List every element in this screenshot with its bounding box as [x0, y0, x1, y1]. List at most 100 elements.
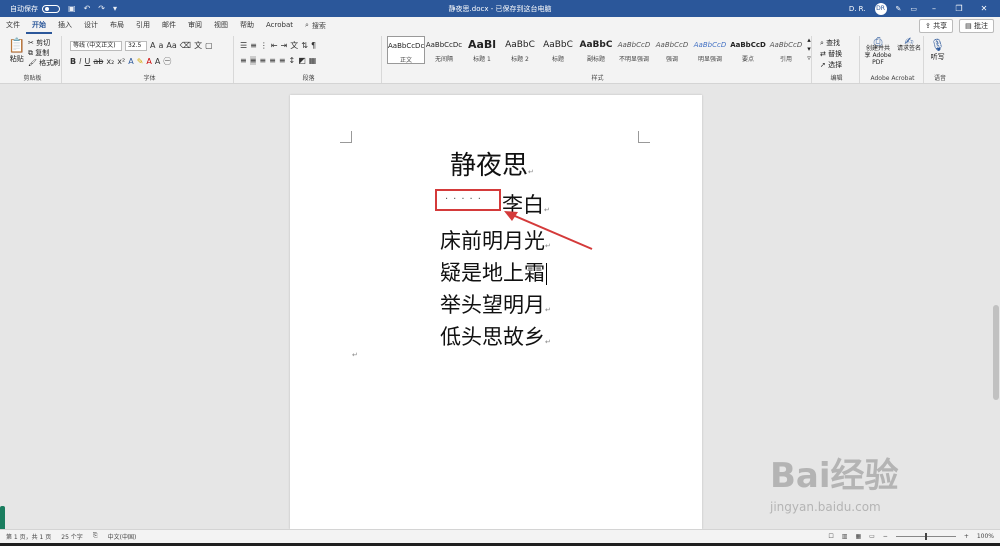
- style-subtitle[interactable]: AaBbC 副标题: [577, 36, 615, 64]
- tab-references[interactable]: 引用: [130, 17, 156, 34]
- zoom-slider[interactable]: [895, 533, 956, 540]
- format-painter-button[interactable]: 🖌 格式刷: [28, 58, 60, 68]
- align-left-icon[interactable]: ≡: [240, 56, 247, 65]
- poem-line-2[interactable]: 疑是地上霜: [440, 257, 547, 287]
- char-border-icon[interactable]: ▢: [205, 41, 213, 50]
- tab-view[interactable]: 视图: [208, 17, 234, 34]
- zoom-level[interactable]: 100%: [977, 533, 994, 540]
- ribbon-display-icon[interactable]: ▭: [910, 5, 917, 13]
- tab-insert[interactable]: 插入: [52, 17, 78, 34]
- chevron-down-icon[interactable]: ▾: [807, 45, 811, 53]
- tab-acrobat[interactable]: Acrobat: [260, 17, 299, 34]
- shrink-font-icon[interactable]: a: [158, 41, 163, 50]
- focus-icon[interactable]: ☐: [828, 533, 833, 540]
- numbering-icon[interactable]: ≡: [250, 41, 257, 50]
- decrease-indent-icon[interactable]: ⇤: [271, 41, 278, 50]
- tab-file[interactable]: 文件: [0, 17, 26, 34]
- subscript-icon[interactable]: x₂: [106, 57, 114, 66]
- copy-button[interactable]: ⧉ 复制: [28, 48, 60, 58]
- style-heading-2[interactable]: AaBbC 标题 2: [501, 36, 539, 64]
- web-layout-icon[interactable]: ▭: [869, 533, 875, 540]
- tab-mailings[interactable]: 邮件: [156, 17, 182, 34]
- pen-icon[interactable]: ✎: [896, 5, 902, 13]
- font-size-select[interactable]: 32.5: [125, 40, 147, 51]
- styles-scroll[interactable]: ▴ ▾ ▿: [805, 36, 813, 64]
- zoom-slider-thumb[interactable]: [924, 533, 927, 540]
- bullets-icon[interactable]: ☰: [240, 41, 247, 50]
- poem-line-1[interactable]: 床前明月光↵: [440, 225, 551, 255]
- dictate-button[interactable]: 🎙 听写: [930, 38, 945, 62]
- highlight-icon[interactable]: ✎: [137, 57, 144, 66]
- document-page[interactable]: 静夜思↵ ····· 李白↵ 床前明月光↵ 疑是地上霜 举头望明月↵ 低头思故乡…: [290, 95, 702, 529]
- poem-line-4[interactable]: 低头思故乡↵: [440, 321, 551, 351]
- justify-icon[interactable]: ≡: [269, 56, 276, 65]
- style-quote[interactable]: AaBbCcD 引用: [767, 36, 805, 64]
- distributed-icon[interactable]: ≡: [279, 56, 286, 65]
- tab-home[interactable]: 开始: [26, 17, 52, 34]
- avatar[interactable]: DR: [874, 2, 887, 15]
- enclose-char-icon[interactable]: ㊀: [163, 56, 171, 67]
- font-name-select[interactable]: 等线 (中文正文): [70, 40, 122, 51]
- proofing-icon[interactable]: ⎘: [93, 532, 98, 541]
- undo-icon[interactable]: ↶: [84, 4, 91, 13]
- minimize-button[interactable]: –: [926, 4, 942, 13]
- poem-title[interactable]: 静夜思↵: [450, 145, 534, 182]
- align-center-icon[interactable]: ≡: [249, 56, 257, 65]
- style-emphasis[interactable]: AaBbCcD 强调: [653, 36, 691, 64]
- vertical-scrollbar[interactable]: [992, 85, 1000, 529]
- style-no-spacing[interactable]: AaBbCcDc 无间隔: [425, 36, 463, 64]
- zoom-out-icon[interactable]: −: [883, 533, 888, 540]
- chevron-up-icon[interactable]: ▴: [807, 36, 811, 44]
- zoom-in-icon[interactable]: +: [964, 533, 969, 540]
- create-pdf-button[interactable]: ⎙ 创建并共享 Adobe PDF: [864, 36, 892, 66]
- style-strong[interactable]: AaBbCcD 要点: [729, 36, 767, 64]
- share-button[interactable]: ⇪ 共享: [919, 18, 954, 33]
- select-button[interactable]: ➚ 选择: [820, 60, 842, 71]
- close-button[interactable]: ✕: [976, 4, 992, 13]
- print-layout-icon[interactable]: ▦: [855, 533, 861, 540]
- change-case-icon[interactable]: Aa: [166, 41, 176, 50]
- autosave-toggle[interactable]: 自动保存: [10, 4, 60, 14]
- search-box[interactable]: ⌕ 搜索: [305, 21, 326, 31]
- more-icon[interactable]: ▿: [807, 54, 811, 62]
- page-count[interactable]: 第 1 页，共 1 页: [6, 532, 51, 541]
- request-sign-button[interactable]: ✍ 请求签名: [896, 36, 922, 52]
- italic-icon[interactable]: I: [79, 57, 81, 66]
- shading-icon[interactable]: ◩: [298, 56, 306, 65]
- bold-icon[interactable]: B: [70, 57, 76, 66]
- text-effects-icon[interactable]: A: [128, 57, 133, 66]
- style-intense-emphasis[interactable]: AaBbCcD 明显强调: [691, 36, 729, 64]
- word-count[interactable]: 25 个字: [61, 532, 83, 541]
- multilevel-list-icon[interactable]: ⋮: [260, 41, 268, 50]
- style-title[interactable]: AaBbC 标题: [539, 36, 577, 64]
- restore-button[interactable]: ❐: [951, 4, 967, 13]
- paste-button[interactable]: 📋 粘贴: [8, 38, 25, 64]
- font-color-icon[interactable]: A: [146, 57, 151, 66]
- line-spacing-icon[interactable]: ↕: [289, 56, 296, 65]
- chinese-layout-icon[interactable]: 文: [290, 40, 298, 51]
- char-shading-icon[interactable]: A: [155, 57, 160, 66]
- style-subtle-emphasis[interactable]: AaBbCcD 不明显强调: [615, 36, 653, 64]
- increase-indent-icon[interactable]: ⇥: [281, 41, 288, 50]
- save-icon[interactable]: ▣: [68, 4, 76, 13]
- poem-line-3[interactable]: 举头望明月↵: [440, 289, 551, 319]
- cut-button[interactable]: ✂ 剪切: [28, 38, 60, 48]
- clear-format-icon[interactable]: ⌫: [180, 41, 191, 50]
- tab-help[interactable]: 帮助: [234, 17, 260, 34]
- customize-qat-icon[interactable]: ▾: [113, 4, 117, 13]
- replace-button[interactable]: ⇄ 替换: [820, 49, 842, 60]
- show-marks-icon[interactable]: ¶: [311, 41, 316, 50]
- language-indicator[interactable]: 中文(中国): [108, 532, 137, 541]
- toggle-switch[interactable]: [42, 4, 60, 13]
- style-heading-1[interactable]: AaBl 标题 1: [463, 36, 501, 64]
- scroll-thumb[interactable]: [993, 305, 999, 400]
- borders-icon[interactable]: ▦: [309, 56, 317, 65]
- align-right-icon[interactable]: ≡: [259, 56, 266, 65]
- grow-font-icon[interactable]: A: [150, 41, 155, 50]
- comments-button[interactable]: ▤ 批注: [959, 18, 994, 33]
- read-mode-icon[interactable]: ▥: [842, 533, 848, 540]
- tab-review[interactable]: 审阅: [182, 17, 208, 34]
- strikethrough-icon[interactable]: ab: [93, 57, 103, 66]
- tab-design[interactable]: 设计: [78, 17, 104, 34]
- sort-icon[interactable]: ⇅: [301, 41, 308, 50]
